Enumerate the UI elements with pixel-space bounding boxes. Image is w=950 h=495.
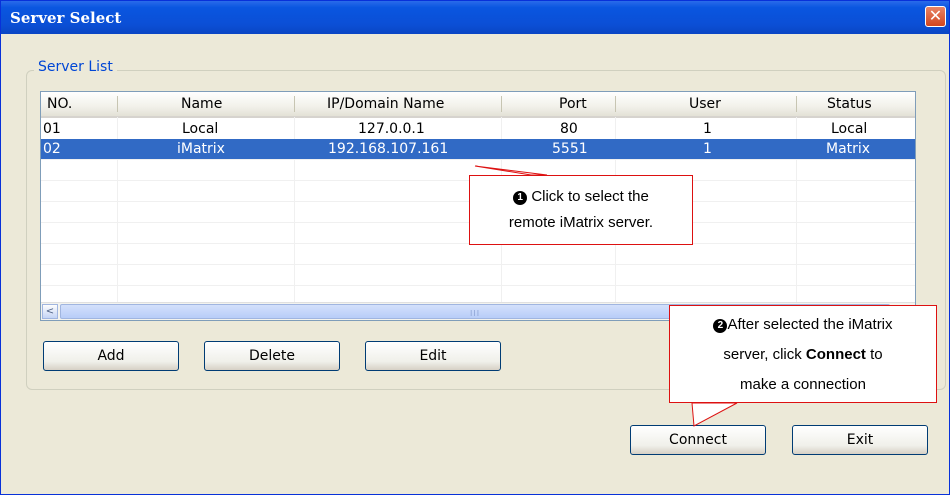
callout-line: server, click Connect to (670, 340, 936, 370)
step-one-icon: 1 (513, 191, 528, 205)
callout-text: to (865, 346, 883, 363)
callout-select-server: 1 Click to select the remote iMatrix ser… (469, 175, 693, 245)
callout-connect: 2 After selected the iMatrix server, clic… (669, 305, 937, 403)
callout-two-pointer (691, 402, 738, 427)
callout-text: server, click (723, 346, 806, 363)
step-two-icon: 2 (713, 319, 728, 333)
callout-one-pointer (474, 165, 548, 176)
callout-line: 2 After selected the iMatrix (670, 310, 936, 340)
callout-text: Click to select the (531, 188, 649, 205)
callout-line: 1 Click to select the (470, 184, 692, 210)
callout-bold-text: Connect (805, 346, 866, 363)
callout-text: After selected the iMatrix (727, 316, 893, 333)
callout-pointers (474, 165, 738, 427)
callout-line: remote iMatrix server. (508, 214, 654, 231)
callout-line: make a connection (740, 376, 866, 393)
